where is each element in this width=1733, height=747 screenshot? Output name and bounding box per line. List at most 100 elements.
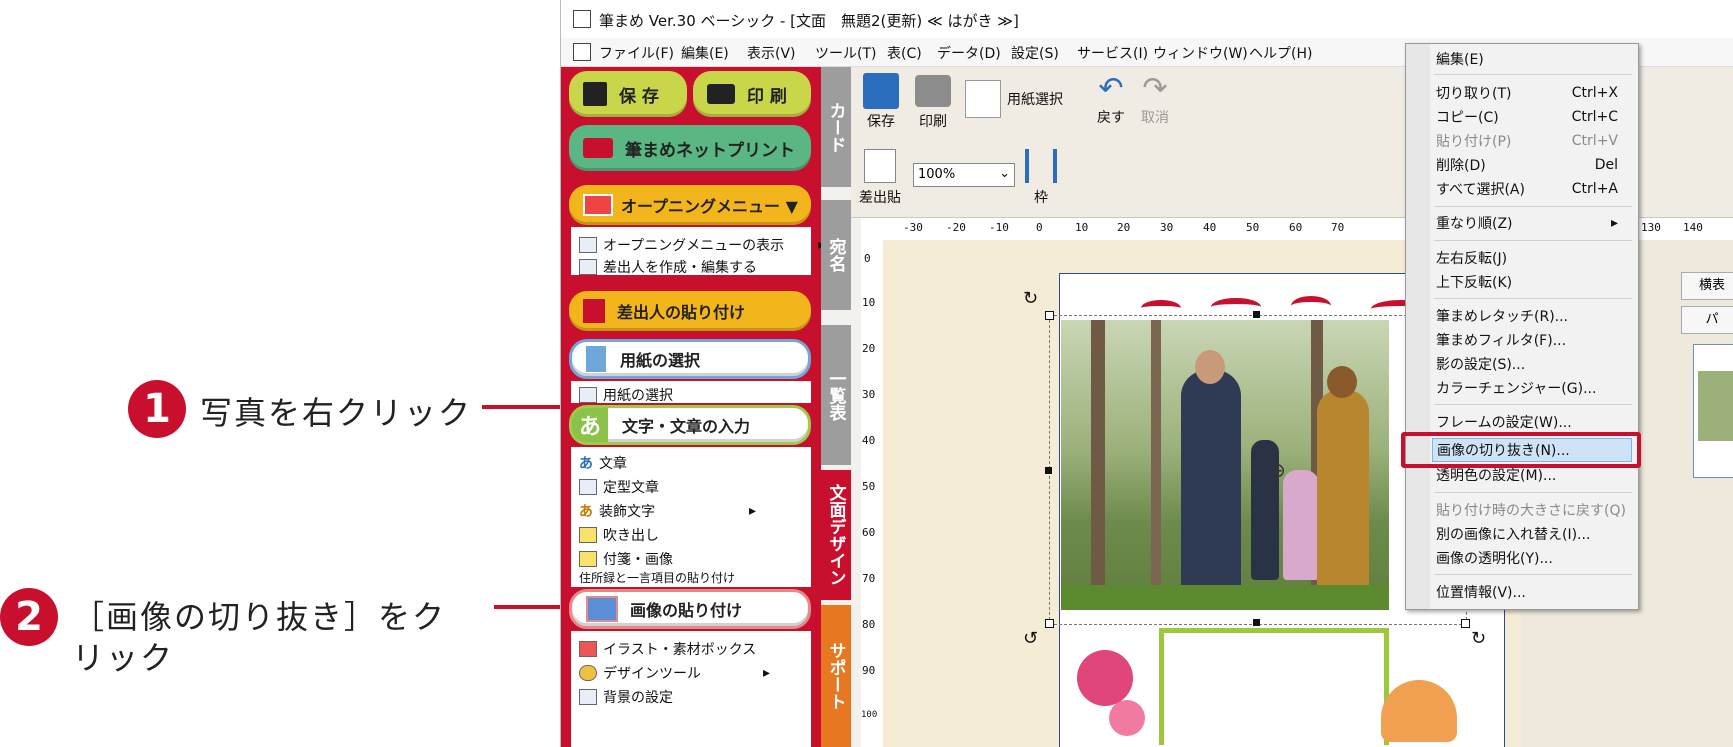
palette-icon [579, 665, 597, 681]
context-menu-flip-vertical[interactable]: 上下反転(K) [1436, 271, 1618, 293]
context-menu-select-all[interactable]: すべて選択(A) Ctrl+A [1436, 178, 1618, 200]
text-item-sticky[interactable]: 付箋・画像 [579, 549, 673, 569]
move-cursor-icon: ⊕ [1269, 458, 1286, 482]
toolbar-paper-button[interactable]: 用紙選択 [965, 77, 1085, 121]
text-input-label: 文字・文章の入力 [622, 417, 751, 436]
tab-card[interactable]: カード [821, 67, 851, 187]
text-item-decorative[interactable]: あ装飾文字 ▸ [579, 501, 756, 521]
ruler-tick: 30 [862, 388, 876, 401]
printer-icon [915, 75, 951, 107]
opening-menu-show-item[interactable]: オープニングメニューの表示▸ [579, 235, 825, 255]
tab-support[interactable]: サポート [821, 605, 851, 747]
menu-settings[interactable]: 設定(S) [1011, 43, 1059, 63]
ruler-tick: -20 [946, 221, 966, 234]
tab-design[interactable]: 文面デザイン [821, 470, 851, 600]
context-menu-edit[interactable]: 編集(E) [1436, 48, 1618, 70]
text-item-sentence[interactable]: あ文章 [579, 453, 627, 473]
zoom-value: 100% [918, 167, 956, 182]
resize-handle[interactable] [1045, 619, 1054, 628]
menu-table[interactable]: 表(C) [887, 43, 922, 63]
context-menu-retouch[interactable]: 筆まめレタッチ(R)... [1436, 305, 1618, 327]
paper-select-button[interactable]: 用紙の選択 [569, 339, 811, 379]
context-menu-color-changer[interactable]: カラーチェンジャー(G)... [1436, 377, 1618, 399]
image-paste-button[interactable]: 画像の貼り付け [569, 589, 811, 629]
image-item-design-tool[interactable]: デザインツール ▸ [579, 663, 770, 683]
ruler-tick: 70 [862, 572, 876, 585]
context-menu: 編集(E) 切り取り(T) Ctrl+X コピー(C) Ctrl+C 貼り付け(P)… [1405, 43, 1639, 610]
context-menu-delete[interactable]: 削除(D) Del [1436, 154, 1618, 176]
resize-handle[interactable] [1045, 467, 1052, 474]
netprint-button[interactable]: 筆まめネットプリント [569, 125, 811, 171]
toolbar-print-button[interactable]: 印刷 [911, 71, 955, 133]
menu-help[interactable]: ヘルプ(H) [1249, 43, 1312, 63]
tab-address[interactable]: 宛名 [821, 200, 851, 310]
toolbar-save-button[interactable]: 保存 [859, 71, 903, 133]
context-menu-image-transparency[interactable]: 画像の透明化(Y)... [1436, 547, 1618, 569]
toolbar-undo-button[interactable]: ↶ 戻す [1091, 71, 1131, 133]
paper-select-item[interactable]: 用紙の選択 [579, 385, 673, 405]
menu-window[interactable]: ウィンドウ(W) [1153, 43, 1248, 63]
context-menu-filter[interactable]: 筆まめフィルタ(F)... [1436, 329, 1618, 351]
context-menu-paste: 貼り付け(P) Ctrl+V [1436, 133, 1618, 150]
menu-services[interactable]: サービス(I) [1077, 43, 1148, 63]
window-title: 筆まめ Ver.30 ベーシック - [文面 無題2(更新) ≪ はがき ≫] [599, 12, 1019, 30]
layout-panel-button[interactable]: パ [1681, 306, 1733, 334]
context-menu-shadow[interactable]: 影の設定(S)... [1436, 353, 1618, 375]
sender-paste-button[interactable]: 差出人の貼り付け [569, 291, 811, 331]
image-item-background-label: 背景の設定 [603, 690, 673, 706]
opening-menu-button[interactable]: オープニングメニュー ▼ [569, 185, 811, 225]
rotate-handle-icon[interactable]: ↻ [1023, 288, 1038, 309]
context-menu-replace-image[interactable]: 別の画像に入れ替え(I)... [1436, 523, 1618, 545]
resize-handle[interactable] [1253, 311, 1260, 318]
print-button[interactable]: 印 刷 [693, 71, 811, 117]
context-menu-copy[interactable]: コピー(C) Ctrl+C [1436, 106, 1618, 128]
speech-balloon-icon [579, 527, 597, 543]
save-button-label: 保 存 [619, 86, 659, 107]
ruler-tick: 30 [1160, 221, 1174, 234]
paper-icon [586, 346, 606, 372]
resize-handle[interactable] [1253, 619, 1260, 626]
context-menu-position-info[interactable]: 位置情報(V)... [1436, 581, 1618, 603]
menu-data[interactable]: データ(D) [937, 43, 1001, 63]
ruler-tick: 80 [862, 618, 876, 631]
text-item-template[interactable]: 定型文章 [579, 477, 659, 497]
image-item-background[interactable]: 背景の設定 [579, 687, 673, 707]
thumbnail-preview[interactable] [1693, 344, 1733, 478]
calligraphy-stroke [1141, 300, 1181, 316]
zoom-select[interactable]: 100% ⌄ [913, 163, 1015, 187]
print-button-label: 印 刷 [747, 86, 787, 107]
rotate-handle-icon[interactable]: ↻ [1471, 628, 1486, 649]
step2-instruction-line2: リック [72, 639, 175, 677]
text-item-balloon[interactable]: 吹き出し [579, 525, 659, 545]
layout-horizontal-button[interactable]: 横表 [1681, 272, 1733, 300]
picture-icon [586, 596, 618, 622]
tab-list[interactable]: 一覧表 [821, 325, 851, 465]
ruler-tick: 20 [1117, 221, 1131, 234]
menu-edit[interactable]: 編集(E) [681, 43, 729, 63]
context-menu-z-order[interactable]: 重なり順(Z) ▸ [1436, 212, 1618, 234]
text-input-button[interactable]: あ 文字・文章の入力 [569, 405, 811, 445]
toolbar-sender-button[interactable]: 差出貼 [855, 147, 905, 209]
context-menu-flip-horizontal[interactable]: 左右反転(J) [1436, 247, 1618, 269]
image-item-illust-box[interactable]: イラスト・素材ボックス [579, 639, 756, 659]
save-button[interactable]: 保 存 [569, 71, 687, 117]
toolbar-frame-label: 枠 [1034, 190, 1048, 206]
toolbar-redo-button[interactable]: ↷ 取消 [1135, 71, 1175, 133]
toolbar-frame-button[interactable]: 枠 [1021, 147, 1061, 209]
menu-view[interactable]: 表示(V) [747, 43, 796, 63]
printer-icon [707, 84, 735, 104]
menu-file[interactable]: ファイル(F) [599, 43, 674, 63]
context-menu-cut[interactable]: 切り取り(T) Ctrl+X [1436, 82, 1618, 104]
rotate-handle-icon[interactable]: ↺ [1023, 628, 1038, 649]
text-item-address-fields[interactable]: 住所録と一言項目の貼り付け [579, 570, 736, 585]
text-item-address-fields-label: 住所録と一言項目の貼り付け [579, 570, 736, 585]
address-card-icon [579, 259, 597, 275]
document-icon[interactable] [573, 43, 591, 61]
toolbar-undo-label: 戻す [1097, 110, 1125, 126]
resize-handle[interactable] [1045, 311, 1054, 320]
context-menu-frame-settings[interactable]: フレームの設定(W)... [1436, 411, 1618, 433]
sender-edit-item[interactable]: 差出人を作成・編集する [579, 257, 757, 277]
menu-tools[interactable]: ツール(T) [815, 43, 876, 63]
crop-item-highlight-box [1401, 432, 1641, 468]
resize-handle[interactable] [1461, 619, 1470, 628]
